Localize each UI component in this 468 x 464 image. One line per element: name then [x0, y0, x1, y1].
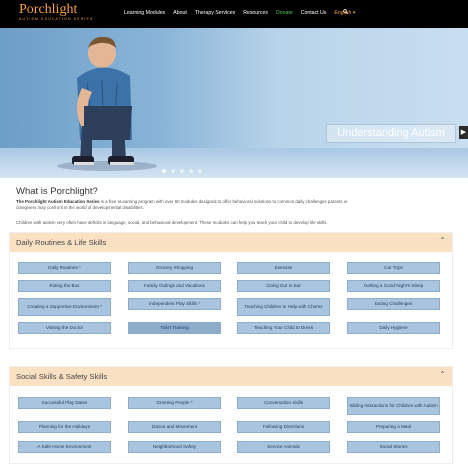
module-button[interactable]: Teaching Your Child to Dress: [237, 322, 330, 334]
module-button[interactable]: Eating Challenges: [347, 298, 440, 310]
module-button[interactable]: A Safe Home Environment: [18, 441, 111, 453]
module-button[interactable]: Following Directions: [237, 421, 330, 433]
module-button[interactable]: Going Out to Eat: [237, 280, 330, 292]
menu-item-about[interactable]: About: [173, 10, 187, 16]
module-button[interactable]: Sibling Interactions for Children with A…: [347, 397, 440, 415]
intro-heading: What is Porchlight?: [16, 186, 98, 197]
intro-paragraph: The Porchlight Autism Education Series i…: [16, 199, 356, 212]
slider-next-arrow[interactable]: ▶: [459, 126, 468, 139]
module-button[interactable]: Riding the Bus: [18, 280, 111, 292]
menu-item-resources[interactable]: Resources: [243, 10, 268, 16]
logo-tagline: AUTISM EDUCATION SERIES: [19, 17, 94, 21]
section-header[interactable]: Social Skills & Safety Skills ⌃: [10, 367, 452, 386]
module-button[interactable]: Exercise: [237, 262, 330, 274]
module-button[interactable]: Teaching Children to Help with Chores: [237, 298, 330, 316]
menu-item-contact-us[interactable]: Contact Us: [301, 10, 327, 16]
module-button[interactable]: Service Animals: [237, 441, 330, 453]
main-menu: Learning Modules About Therapy Services …: [124, 10, 355, 16]
module-button[interactable]: Daily Routines *: [18, 262, 111, 274]
slider-dot-1[interactable]: [162, 169, 166, 173]
intro-paragraph-2: Children with autism very often have def…: [16, 220, 328, 225]
module-button[interactable]: Independent Play Skills *: [128, 298, 221, 310]
module-button-hovered[interactable]: Toilet Training: [128, 322, 221, 334]
module-button[interactable]: Grocery Shopping: [128, 262, 221, 274]
module-button[interactable]: Car Trips: [347, 262, 440, 274]
module-button[interactable]: Planning for the Holidays: [18, 421, 111, 433]
menu-item-learning-modules[interactable]: Learning Modules: [124, 10, 165, 16]
collapse-chevron-icon[interactable]: ⌃: [439, 236, 446, 245]
slider-dot-3[interactable]: [180, 169, 184, 173]
module-button[interactable]: Getting a Good Night's Sleep: [347, 280, 440, 292]
hero-caption-understanding-autism[interactable]: Understanding Autism: [326, 124, 456, 143]
slider-dots: [162, 169, 202, 173]
slider-dot-2[interactable]: [171, 169, 175, 173]
module-button[interactable]: Preparing a Meal: [347, 421, 440, 433]
module-button[interactable]: Family Outings and Vacations: [128, 280, 221, 292]
module-button[interactable]: Dance and Movement: [128, 421, 221, 433]
module-button[interactable]: Social Stories: [347, 441, 440, 453]
intro-bold-text: The Porchlight Autism Education Series: [16, 199, 100, 204]
section-title: Daily Routines & Life Skills: [16, 238, 107, 247]
section-daily-routines: Daily Routines & Life Skills ⌃ Daily Rou…: [9, 232, 453, 349]
child-sitting-image: [57, 36, 157, 171]
hero-slider: Understanding Autism ▶: [0, 28, 468, 178]
module-button[interactable]: Visiting the Doctor: [18, 322, 111, 334]
porchlight-logo[interactable]: Porchlight: [19, 3, 77, 17]
module-button[interactable]: Daily Hygiene: [347, 322, 440, 334]
section-header[interactable]: Daily Routines & Life Skills ⌃: [10, 233, 452, 252]
search-icon[interactable]: [343, 9, 348, 14]
slider-dot-5[interactable]: [198, 169, 202, 173]
module-button[interactable]: Neighborhood Safety: [128, 441, 221, 453]
module-button[interactable]: Successful Play Dates: [18, 397, 111, 409]
menu-item-donate[interactable]: Donate: [276, 10, 293, 16]
module-button[interactable]: Conversation Skills: [237, 397, 330, 409]
menu-item-therapy-services[interactable]: Therapy Services: [195, 10, 235, 16]
section-social-skills: Social Skills & Safety Skills ⌃ Successf…: [9, 366, 453, 464]
section-title: Social Skills & Safety Skills: [16, 372, 108, 381]
collapse-chevron-icon[interactable]: ⌃: [439, 370, 446, 379]
module-button[interactable]: Creating a Supportive Environment *: [18, 298, 111, 316]
module-button[interactable]: Greeting People *: [128, 397, 221, 409]
top-navigation-bar: Porchlight AUTISM EDUCATION SERIES Learn…: [0, 0, 468, 28]
slider-dot-4[interactable]: [189, 169, 193, 173]
